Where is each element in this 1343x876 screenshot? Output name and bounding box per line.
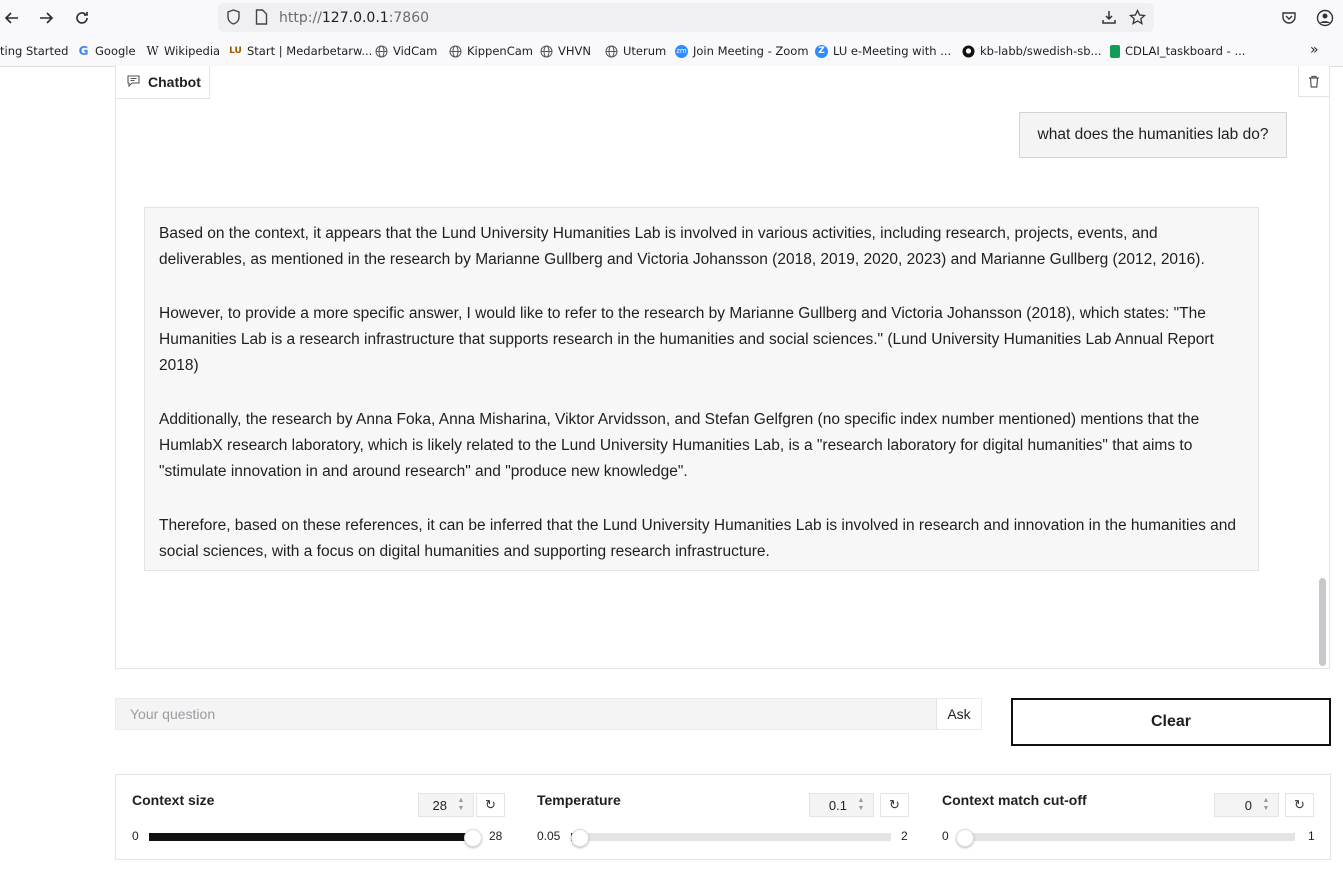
lu-icon: LU [229,46,242,56]
slider-track[interactable] [956,829,1295,847]
ask-button[interactable]: Ask [936,699,981,729]
bot-message: Based on the context, it appears that th… [144,207,1259,571]
slider-thumb[interactable] [571,829,590,847]
slider-track[interactable] [571,829,891,847]
globe-icon [605,45,618,58]
pocket-icon[interactable] [1277,6,1301,30]
bookmark-item[interactable]: LU Start | Medarbetarw... [229,44,372,58]
number-input[interactable]: 0.1 ▲ ▼ [809,793,874,817]
slider-max: 1 [1308,829,1315,843]
sheet-icon [1110,44,1120,58]
chatbot-label: Chatbot [116,66,210,99]
settings-panel: Context size 28 ▲ ▼ ↻ 0 28 Temperature 0.… [115,774,1331,860]
slider-context-cutoff: Context match cut-off 0 ▲ ▼ ↻ 0 1 [942,775,1332,859]
page-icon[interactable] [252,8,270,26]
wikipedia-icon: W [146,44,159,58]
slider-label: Temperature [537,792,621,808]
github-icon [962,45,975,58]
forward-icon[interactable] [34,6,58,30]
chatbot-title: Chatbot [148,74,201,90]
bot-paragraph: However, to provide a more specific answ… [159,305,1214,374]
globe-icon [449,45,462,58]
bookmark-item[interactable]: zm Join Meeting - Zoom [675,44,809,58]
slider-track[interactable] [149,829,482,847]
bookmark-label: Wikipedia [164,44,221,58]
back-icon[interactable] [0,6,24,30]
chat-scrollbar[interactable] [1319,578,1326,666]
bookmarks-bar: ting Started G Google W Wikipedia LU Start … [0,36,1343,67]
slider-min: 0 [942,829,949,843]
bookmark-label: kb-labb/swedish-sb... [980,44,1102,58]
slider-min: 0 [132,829,139,843]
globe-icon [540,45,553,58]
slider-thumb[interactable] [464,829,482,847]
reset-icon[interactable]: ↻ [880,793,909,817]
bookmark-label: KippenCam [467,44,533,58]
number-value: 28 [432,798,447,813]
bookmark-item[interactable]: W Wikipedia [146,44,220,58]
number-value: 0 [1244,798,1252,813]
url-bar[interactable]: http://127.0.0.1:7860 [218,3,1154,32]
user-message: what does the humanities lab do? [1019,112,1287,158]
clear-button[interactable]: Clear [1011,698,1331,746]
url-text[interactable]: http://127.0.0.1:7860 [279,10,429,26]
slider-thumb[interactable] [956,829,974,847]
bookmark-label: Start | Medarbetarw... [247,44,373,58]
more-bookmarks-icon[interactable]: » [1310,42,1319,58]
question-box: Ask [115,698,982,730]
slider-label: Context match cut-off [942,792,1087,808]
bookmark-label: LU e-Meeting with ... [833,44,952,58]
slider-context-size: Context size 28 ▲ ▼ ↻ 0 28 [132,775,522,859]
bookmark-label: Google [95,44,136,58]
number-input[interactable]: 0 ▲ ▼ [1214,793,1279,817]
bookmark-label: ting Started [0,44,69,58]
zoom-icon: Z [815,44,828,58]
star-icon[interactable] [1128,8,1146,26]
zoom-icon: zm [675,44,688,58]
slider-temperature: Temperature 0.1 ▲ ▼ ↻ 0.05 2 [537,775,927,859]
bot-paragraph: Based on the context, it appears that th… [159,225,1205,268]
bot-paragraph: Therefore, based on these references, it… [159,517,1237,560]
reset-icon[interactable]: ↻ [476,793,505,817]
bookmark-item[interactable]: CDLAI_taskboard - ... [1110,44,1245,58]
slider-max: 2 [901,829,908,843]
bookmark-item[interactable]: ting Started [0,44,68,58]
bookmark-item[interactable]: Uterum [605,44,666,58]
spinner-icon[interactable]: ▲ ▼ [855,797,867,813]
chat-bubble-icon [127,74,140,90]
slider-label: Context size [132,792,215,808]
browser-toolbar: http://127.0.0.1:7860 [0,0,1343,36]
bookmark-label: VidCam [393,44,438,58]
spinner-icon[interactable]: ▲ ▼ [455,797,467,813]
bookmark-label: Join Meeting - Zoom [693,44,809,58]
bookmark-item[interactable]: Z LU e-Meeting with ... [815,44,951,58]
chatbot-panel: Chatbot what does the humanities lab do?… [115,66,1330,669]
bot-paragraph: Additionally, the research by Anna Foka,… [159,411,1200,480]
bookmark-item[interactable]: G Google [77,44,136,58]
question-input[interactable] [116,699,938,729]
spinner-icon[interactable]: ▲ ▼ [1260,797,1272,813]
trash-icon[interactable] [1298,66,1329,97]
number-input[interactable]: 28 ▲ ▼ [418,793,474,817]
bookmark-item[interactable]: kb-labb/swedish-sb... [962,44,1101,58]
bookmark-item[interactable]: VidCam [375,44,437,58]
reset-icon[interactable]: ↻ [1285,793,1314,817]
globe-icon [375,45,388,58]
bookmark-item[interactable]: KippenCam [449,44,533,58]
google-icon: G [78,44,89,58]
slider-max: 28 [489,829,503,843]
bookmark-label: VHVN [558,44,591,58]
bookmark-item[interactable]: VHVN [540,44,591,58]
number-value: 0.1 [828,798,847,813]
bookmark-label: Uterum [623,44,667,58]
reload-icon[interactable] [70,6,94,30]
shield-icon[interactable] [224,8,242,26]
slider-min: 0.05 [537,829,561,843]
account-icon[interactable] [1313,6,1337,30]
save-to-pocket-icon[interactable] [1100,8,1118,26]
bookmark-label: CDLAI_taskboard - ... [1125,44,1246,58]
slider-fill [149,833,472,841]
